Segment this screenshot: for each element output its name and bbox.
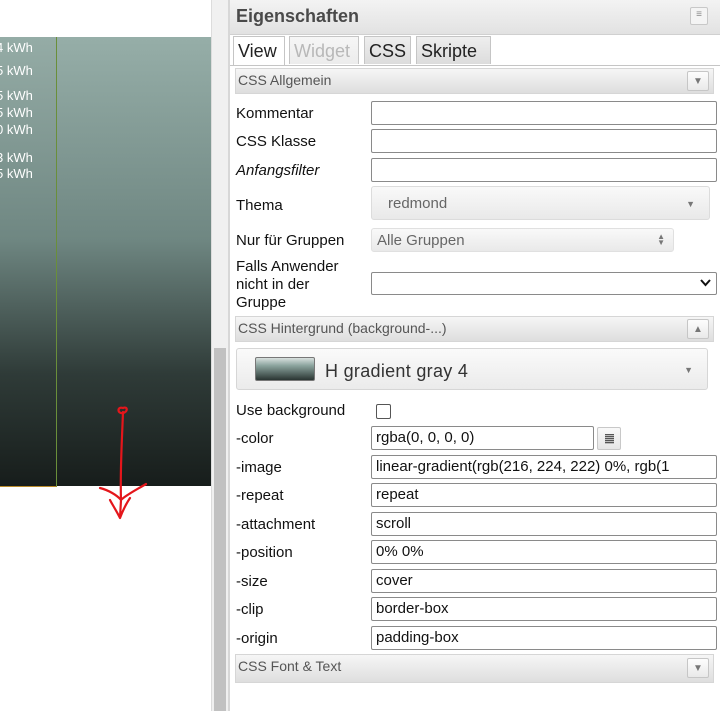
section-label: CSS Hintergrund (background-...) — [238, 320, 447, 336]
css-class-field[interactable] — [371, 129, 717, 153]
bg-attachment-field[interactable]: scroll — [371, 512, 717, 536]
gradient-preview — [255, 357, 315, 381]
bg-repeat-label: -repeat — [236, 487, 284, 504]
initial-filter-field[interactable] — [371, 158, 717, 182]
chevron-down-icon: ▼ — [684, 365, 693, 375]
tab-css[interactable]: CSS — [364, 36, 411, 64]
bg-image-field[interactable]: linear-gradient(rgb(216, 224, 222) 0%, r… — [371, 455, 717, 479]
scrollbar-thumb[interactable] — [214, 348, 226, 711]
red-arrow-annotation — [98, 406, 148, 520]
chevron-up-icon: ▲ — [693, 324, 703, 335]
bg-size-field[interactable]: cover — [371, 569, 717, 593]
section-label: CSS Allgemein — [238, 72, 332, 88]
menu-icon: ≡ — [696, 9, 702, 20]
palette-icon — [605, 434, 614, 444]
use-background-label: Use background — [236, 402, 346, 419]
section-css-general[interactable]: CSS Allgemein ▼ — [235, 68, 714, 94]
kwh-label: 3 kWh — [0, 150, 33, 165]
bg-position-field[interactable]: 0% 0% — [371, 540, 717, 564]
panel-title: Eigenschaften — [236, 6, 360, 26]
bg-attachment-label: -attachment — [236, 516, 316, 533]
groups-select[interactable]: Alle Gruppen ▲ ▼ — [371, 228, 674, 252]
theme-select[interactable]: redmond ▼ — [371, 186, 710, 220]
canvas-scrollbar[interactable] — [211, 0, 229, 711]
chevron-down-icon: ▼ — [686, 199, 695, 209]
bg-clip-field[interactable]: border-box — [371, 597, 717, 621]
background-preset-select[interactable]: H gradient gray 4 ▼ — [236, 348, 708, 390]
tab-view[interactable]: View — [233, 36, 285, 66]
collapse-panel-button[interactable]: ≡ — [690, 7, 708, 25]
comment-label: Kommentar — [236, 105, 314, 122]
kwh-label: 4 kWh — [0, 40, 33, 55]
chevron-down-icon: ▼ — [693, 663, 703, 674]
kwh-label: 5 kWh — [0, 105, 33, 120]
bg-position-label: -position — [236, 544, 293, 561]
collapse-section-button[interactable]: ▲ — [687, 319, 709, 339]
use-background-checkbox[interactable] — [376, 404, 391, 419]
expand-section-button[interactable]: ▼ — [687, 71, 709, 91]
editor-canvas[interactable]: 4 kWh 5 kWh 5 kWh 5 kWh 0 kWh 3 kWh 5 kW… — [0, 0, 211, 711]
bg-repeat-field[interactable]: repeat — [371, 483, 717, 507]
theme-label: Thema — [236, 197, 283, 214]
section-css-background[interactable]: CSS Hintergrund (background-...) ▲ — [235, 316, 714, 342]
chevron-down-icon: ▼ — [693, 76, 703, 87]
chevron-down-icon — [700, 279, 711, 287]
bg-origin-label: -origin — [236, 630, 278, 647]
bg-origin-field[interactable]: padding-box — [371, 626, 717, 650]
not-in-group-label-line: Gruppe — [236, 294, 287, 311]
bg-image-label: -image — [236, 459, 282, 476]
bg-color-label: -color — [236, 430, 274, 447]
comment-field[interactable] — [371, 101, 717, 125]
bg-size-label: -size — [236, 573, 268, 590]
not-in-group-select[interactable] — [371, 272, 717, 295]
css-class-label: CSS Klasse — [236, 133, 317, 150]
kwh-label: 5 kWh — [0, 88, 33, 103]
groups-label: Nur für Gruppen — [236, 232, 345, 249]
properties-panel: Eigenschaften ≡ View Widget CSS Skripte … — [230, 0, 720, 711]
section-css-font[interactable]: CSS Font & Text ▼ — [235, 654, 714, 683]
bg-clip-label: -clip — [236, 601, 264, 618]
background-preset-value: H gradient gray 4 — [325, 361, 469, 381]
initial-filter-label: Anfangsfilter — [236, 162, 320, 179]
groups-value: Alle Gruppen — [377, 232, 465, 249]
kwh-label: 0 kWh — [0, 122, 33, 137]
not-in-group-label: Falls Anwender nicht in der Gruppe — [236, 258, 339, 312]
energy-widget[interactable]: 4 kWh 5 kWh 5 kWh 5 kWh 0 kWh 3 kWh 5 kW… — [0, 37, 57, 487]
tab-widget: Widget — [289, 36, 359, 64]
color-picker-button[interactable] — [597, 427, 621, 450]
tab-scripts[interactable]: Skripte — [416, 36, 491, 64]
kwh-label: 5 kWh — [0, 166, 33, 181]
bg-color-field[interactable]: rgba(0, 0, 0, 0) — [371, 426, 594, 450]
not-in-group-label-line: Falls Anwender — [236, 258, 339, 275]
section-label: CSS Font & Text — [238, 658, 342, 674]
not-in-group-label-line: nicht in der — [236, 276, 310, 293]
theme-value: redmond — [388, 195, 448, 212]
panel-header: Eigenschaften ≡ — [230, 0, 720, 35]
tab-divider — [230, 65, 720, 66]
kwh-label: 5 kWh — [0, 63, 33, 78]
sort-arrows-icon: ▲ ▼ — [657, 232, 665, 247]
expand-section-button[interactable]: ▼ — [687, 658, 709, 678]
